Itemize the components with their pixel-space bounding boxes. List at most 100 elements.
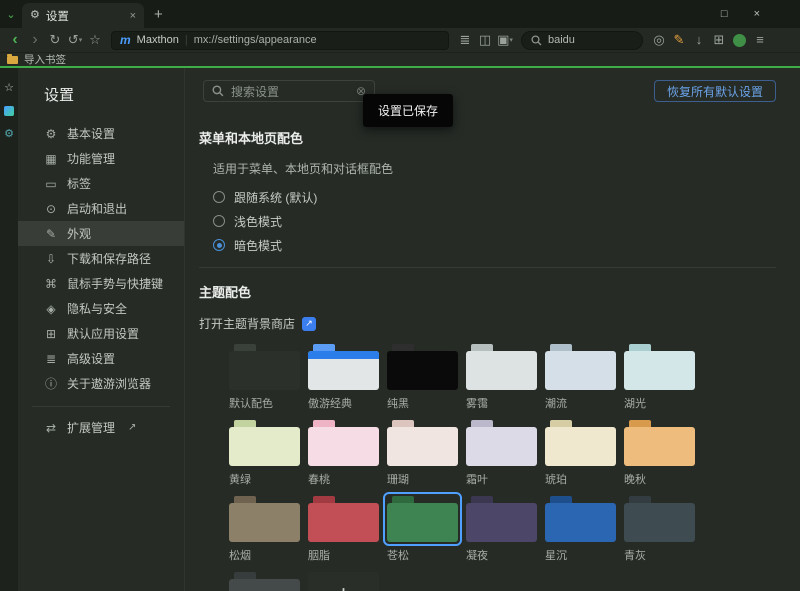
theme-card[interactable]: 珊瑚 xyxy=(387,420,458,487)
theme-card[interactable]: 青灰 xyxy=(624,496,695,563)
rail-favorites-star-icon[interactable]: ☆ xyxy=(4,81,14,95)
theme-card[interactable]: 晚秋 xyxy=(624,420,695,487)
theme-store-row: 打开主题背景商店 ↗ xyxy=(199,315,776,332)
sidebar-item-feature-management[interactable]: ▦功能管理 xyxy=(18,146,184,171)
sidebar-item-privacy-shield[interactable]: ◈隐私与安全 xyxy=(18,296,184,321)
sidebar-item-mouse-gesture-shortcut[interactable]: ⌘鼠标手势与快捷键 xyxy=(18,271,184,296)
sidebar-item-download-path[interactable]: ⇩下载和保存路径 xyxy=(18,246,184,271)
theme-card[interactable]: 霜叶 xyxy=(466,420,537,487)
theme-body-swatch xyxy=(229,579,300,591)
theme-card[interactable]: 苍松 xyxy=(387,496,458,563)
theme-label: 纯黑 xyxy=(387,395,458,411)
color-mode-option[interactable]: 暗色模式 xyxy=(213,233,776,257)
theme-body-swatch xyxy=(387,503,458,542)
theme-body-swatch xyxy=(545,503,616,542)
notes-icon[interactable]: ✎ xyxy=(669,28,689,52)
tab-settings[interactable]: ⚙ 设置 × xyxy=(22,3,144,28)
theme-label: 凝夜 xyxy=(466,547,537,563)
rail-skins-icon[interactable] xyxy=(4,106,14,116)
quick-search-box[interactable]: baidu xyxy=(521,31,643,50)
bookmark-bar: 导入书签 xyxy=(0,52,800,66)
browser-menu-caret-icon[interactable]: ⌄ xyxy=(0,0,22,28)
color-mode-label: 浅色模式 xyxy=(234,213,282,230)
add-theme-button[interactable]: + xyxy=(308,572,379,591)
sidebar-item-label: 关于遨游浏览器 xyxy=(67,375,151,392)
theme-tab-notch xyxy=(234,572,256,579)
theme-card[interactable]: 琥珀 xyxy=(545,420,616,487)
sidebar-item-default-apps[interactable]: ⊞默认应用设置 xyxy=(18,321,184,346)
theme-card[interactable]: 傲游经典 xyxy=(308,344,379,411)
url-text: mx://settings/appearance xyxy=(194,34,317,46)
color-mode-option[interactable]: 浅色模式 xyxy=(213,209,776,233)
sidebar-item-about-info[interactable]: ⓘ关于遨游浏览器 xyxy=(18,371,184,396)
sidebar-item-appearance-brush[interactable]: ✎外观 xyxy=(18,221,184,246)
page-tools-icon[interactable]: ▣▾ xyxy=(495,28,515,53)
theme-store-icon[interactable]: ↗ xyxy=(302,317,316,331)
undo-icon[interactable]: ↺▾ xyxy=(65,28,85,53)
sidebar-item-tabs[interactable]: ▭标签 xyxy=(18,171,184,196)
theme-store-link[interactable]: 打开主题背景商店 xyxy=(199,315,295,332)
external-link-icon: ↗ xyxy=(128,422,136,433)
theme-card[interactable]: 松烟 xyxy=(229,496,300,563)
theme-card[interactable]: 雾霭 xyxy=(466,344,537,411)
import-bookmarks-button[interactable]: 导入书签 xyxy=(24,52,66,67)
theme-body-swatch xyxy=(308,351,379,390)
theme-tab-notch xyxy=(550,496,572,503)
rail-settings-gear-icon[interactable]: ⚙ xyxy=(4,127,14,141)
new-tab-button[interactable]: + xyxy=(154,6,163,23)
address-divider: | xyxy=(185,34,188,46)
screenshot-camera-icon[interactable]: ◎ xyxy=(649,28,669,52)
forward-icon[interactable]: › xyxy=(25,28,45,52)
address-bar[interactable]: m Maxthon | mx://settings/appearance xyxy=(111,31,449,50)
download-path-icon: ⇩ xyxy=(44,252,58,266)
extensions-puzzle-icon[interactable]: ⊞ xyxy=(709,28,729,52)
theme-tab-notch xyxy=(313,344,335,351)
theme-tab-notch xyxy=(629,496,651,503)
sidebar-item-extensions[interactable]: ⇄ 扩展管理 ↗ xyxy=(18,415,184,440)
main-menu-icon[interactable]: ≡ xyxy=(750,28,770,52)
sidebar-item-basic-settings-gear[interactable]: ⚙基本设置 xyxy=(18,121,184,146)
close-window-icon[interactable]: × xyxy=(754,8,760,20)
theme-label: 松烟 xyxy=(229,547,300,563)
theme-card[interactable]: 默认配色 xyxy=(229,344,300,411)
settings-sidebar: 设置 ⚙基本设置▦功能管理▭标签⊙启动和退出✎外观⇩下载和保存路径⌘鼠标手势与快… xyxy=(18,68,185,591)
profile-avatar[interactable] xyxy=(733,34,746,47)
theme-label: 星沉 xyxy=(545,547,616,563)
color-mode-option[interactable]: 跟随系统 (默认) xyxy=(213,185,776,209)
restore-defaults-button[interactable]: 恢复所有默认设置 xyxy=(654,80,776,102)
sidebar-item-advanced-settings[interactable]: ≣高级设置 xyxy=(18,346,184,371)
tab-close-icon[interactable]: × xyxy=(130,10,136,22)
theme-card[interactable]: 胭脂 xyxy=(308,496,379,563)
theme-card[interactable]: 星沉 xyxy=(545,496,616,563)
theme-card[interactable]: 纯黑 xyxy=(387,344,458,411)
settings-search-input[interactable]: 搜索设置 ⊗ xyxy=(203,80,375,102)
privacy-shield-icon: ◈ xyxy=(44,302,58,316)
menu-color-section-desc: 适用于菜单、本地页和对话框配色 xyxy=(213,160,776,177)
theme-grid: 默认配色傲游经典纯黑雾霭潮流湖光黄绿春桃珊瑚霜叶琥珀晚秋松烟胭脂苍松凝夜星沉青灰… xyxy=(229,344,776,591)
refresh-icon[interactable]: ↻ xyxy=(45,28,65,52)
theme-card[interactable]: 凝夜 xyxy=(466,496,537,563)
download-icon[interactable]: ↓ xyxy=(689,28,709,52)
theme-card[interactable]: 春桃 xyxy=(308,420,379,487)
theme-tab-notch xyxy=(550,420,572,427)
theme-card[interactable]: 湖光 xyxy=(624,344,695,411)
theme-body-swatch xyxy=(229,427,300,466)
theme-card[interactable]: 暗夜 xyxy=(229,572,300,591)
split-screen-icon[interactable]: ◫ xyxy=(475,28,495,52)
theme-card[interactable]: 黄绿 xyxy=(229,420,300,487)
theme-thumbnail xyxy=(387,420,458,466)
theme-body-swatch xyxy=(229,351,300,390)
sidebar-item-startup-exit-power[interactable]: ⊙启动和退出 xyxy=(18,196,184,221)
maximize-window-icon[interactable]: □ xyxy=(721,8,728,20)
theme-thumbnail xyxy=(624,420,695,466)
theme-card[interactable]: 潮流 xyxy=(545,344,616,411)
theme-label: 珊瑚 xyxy=(387,471,458,487)
back-icon[interactable]: ‹ xyxy=(5,28,25,52)
favorites-star-icon[interactable]: ☆ xyxy=(85,28,105,52)
theme-body-swatch xyxy=(466,427,537,466)
theme-tab-notch xyxy=(392,496,414,503)
reader-mode-icon[interactable]: ≣ xyxy=(455,28,475,52)
theme-label: 琥珀 xyxy=(545,471,616,487)
theme-thumbnail xyxy=(229,496,300,542)
theme-tab-notch xyxy=(471,420,493,427)
